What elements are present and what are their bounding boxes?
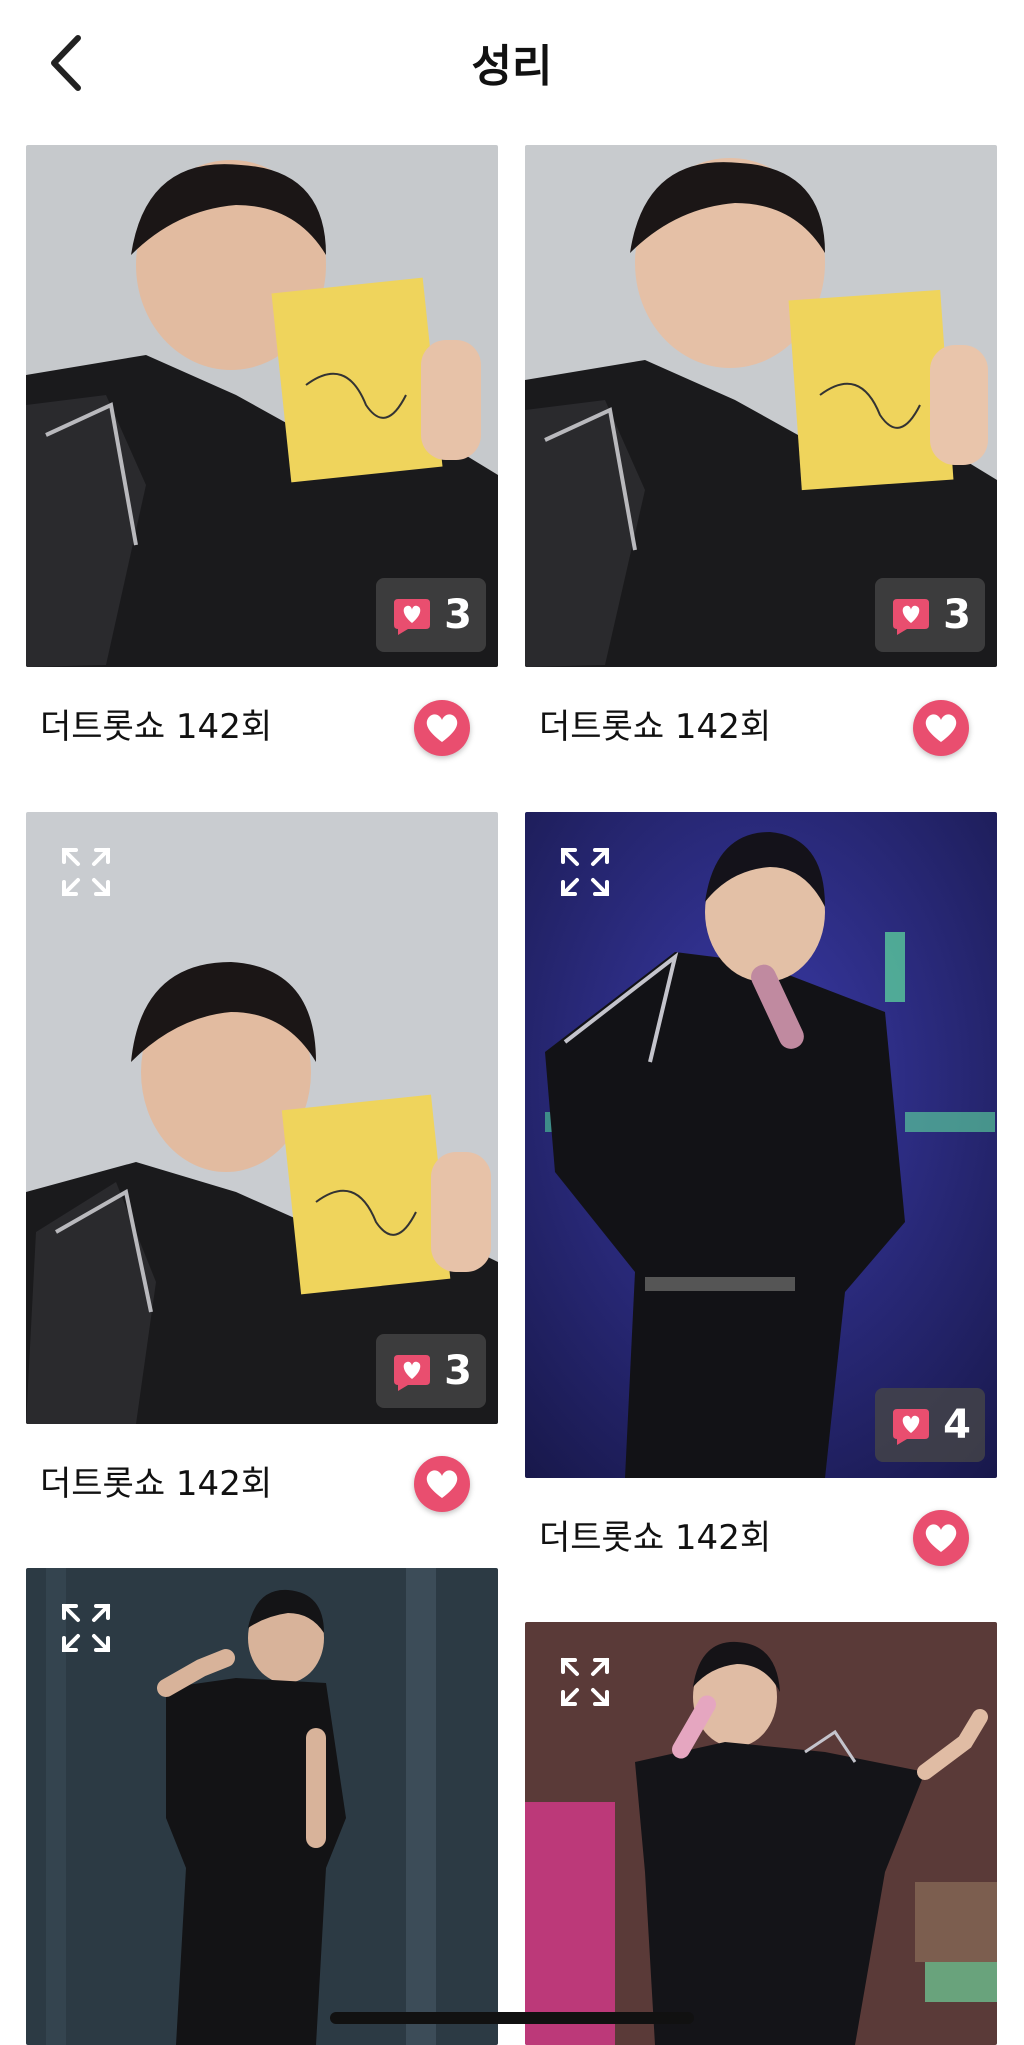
photo-image bbox=[525, 812, 997, 1478]
heart-icon bbox=[426, 1470, 458, 1498]
like-count: 4 bbox=[943, 1402, 971, 1448]
heart-icon bbox=[925, 714, 957, 742]
expand-icon[interactable] bbox=[559, 1656, 611, 1708]
header: 성리 bbox=[0, 0, 1024, 130]
photo[interactable]: 4 bbox=[525, 812, 997, 1478]
photo-card[interactable]: 3 더트롯쇼 142회 bbox=[26, 812, 498, 1512]
page-title: 성리 bbox=[471, 41, 553, 92]
expand-icon[interactable] bbox=[60, 846, 112, 898]
like-count: 3 bbox=[444, 592, 472, 638]
photo[interactable]: 3 bbox=[525, 145, 997, 667]
photo[interactable]: 3 bbox=[26, 145, 498, 667]
like-button[interactable] bbox=[913, 1510, 969, 1566]
heart-bubble-icon bbox=[394, 1355, 431, 1391]
photo-caption: 더트롯쇼 142회 bbox=[40, 707, 273, 747]
heart-icon bbox=[925, 1524, 957, 1552]
photo-image bbox=[26, 812, 498, 1424]
expand-icon[interactable] bbox=[60, 1602, 112, 1654]
like-button[interactable] bbox=[414, 700, 470, 756]
like-count-badge: 3 bbox=[376, 578, 486, 652]
like-count: 3 bbox=[444, 1348, 472, 1394]
photo-card[interactable] bbox=[525, 1622, 997, 2045]
heart-bubble-icon bbox=[893, 1409, 930, 1445]
photo[interactable]: 3 bbox=[26, 812, 498, 1424]
heart-bubble-icon bbox=[394, 599, 431, 635]
like-count: 3 bbox=[943, 592, 971, 638]
photo-caption: 더트롯쇼 142회 bbox=[40, 1464, 273, 1504]
like-count-badge: 3 bbox=[376, 1334, 486, 1408]
photo-caption: 더트롯쇼 142회 bbox=[539, 707, 772, 747]
like-count-badge: 3 bbox=[875, 578, 985, 652]
heart-icon bbox=[426, 714, 458, 742]
photo-card[interactable] bbox=[26, 1568, 498, 2045]
photo-caption: 더트롯쇼 142회 bbox=[539, 1518, 772, 1558]
like-count-badge: 4 bbox=[875, 1388, 985, 1462]
like-button[interactable] bbox=[414, 1456, 470, 1512]
expand-icon[interactable] bbox=[559, 846, 611, 898]
photo-card[interactable]: 3 더트롯쇼 142회 bbox=[26, 145, 498, 785]
like-button[interactable] bbox=[913, 700, 969, 756]
photo[interactable] bbox=[26, 1568, 498, 2045]
photo-card[interactable]: 3 더트롯쇼 142회 bbox=[525, 145, 997, 785]
heart-bubble-icon bbox=[893, 599, 930, 635]
home-indicator bbox=[330, 2012, 694, 2024]
photo[interactable] bbox=[525, 1622, 997, 2045]
photo-card[interactable]: 4 더트롯쇼 142회 bbox=[525, 812, 997, 1572]
